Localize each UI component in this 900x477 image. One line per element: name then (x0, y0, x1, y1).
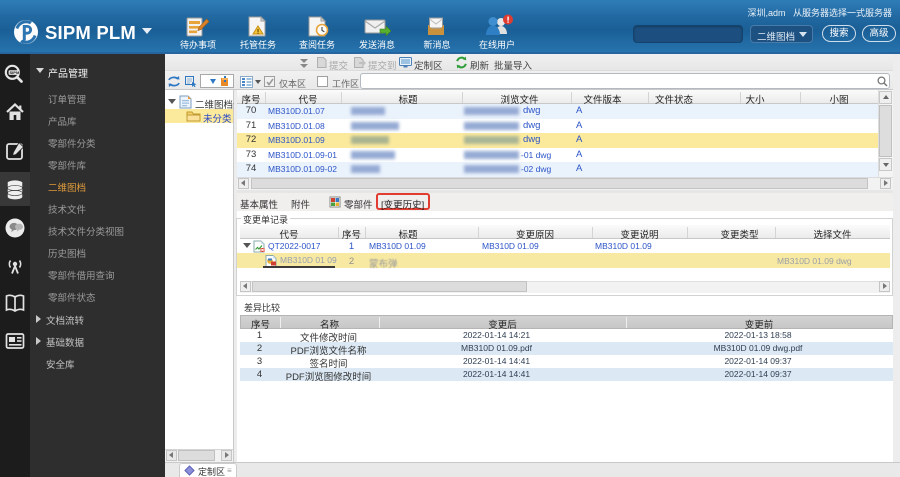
svg-text:SIPM: SIPM (10, 70, 20, 75)
